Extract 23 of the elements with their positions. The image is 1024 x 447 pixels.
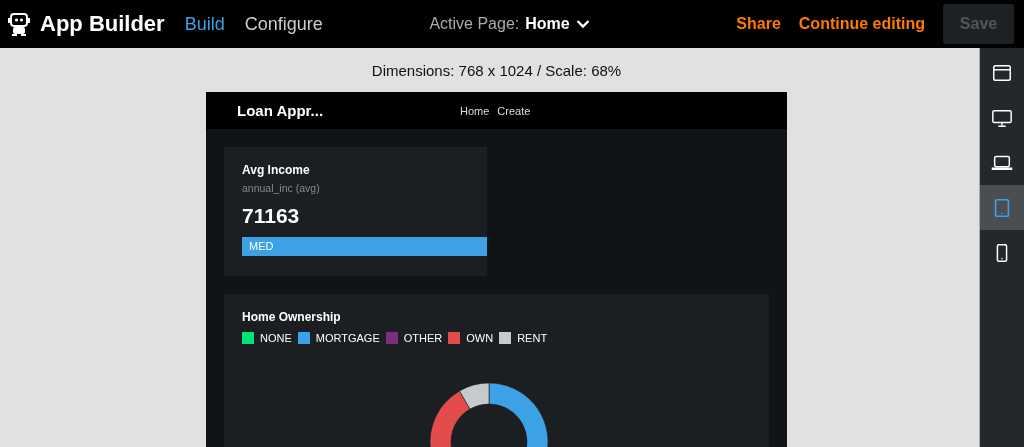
active-page-dropdown[interactable]: Home [525,15,570,33]
header-link[interactable]: Continue editing [798,15,925,33]
metric-value: 71163 [242,204,301,228]
active-page-label: Active Page: [429,15,520,33]
card-title: Avg Income [242,163,311,177]
nav-tab[interactable]: Build [184,13,225,35]
card-subtitle: annual_inc (avg) [242,182,321,194]
header-link[interactable]: Share [736,15,781,33]
legend-label: OWN [466,332,494,344]
app-title: App Builder [40,11,165,37]
preview-app-title: Loan Appr... [237,102,325,119]
nav-tab[interactable]: Configure [244,13,323,35]
legend-label: MORTGAGE [315,332,380,344]
legend-label: NONE [260,332,292,344]
preview-nav-link[interactable]: Create [497,104,531,117]
legend-label: RENT [517,332,548,344]
robot-logo-icon [8,12,30,36]
preview-nav-link[interactable]: Home [460,104,490,117]
legend-label: OTHER [403,332,443,344]
chevron-down-icon[interactable] [575,19,590,29]
dimensions-label: Dimensions: 768 x 1024 / Scale: 68% [371,62,622,79]
card-title: Home Ownership [242,310,342,324]
level-bar: MED [242,237,487,256]
